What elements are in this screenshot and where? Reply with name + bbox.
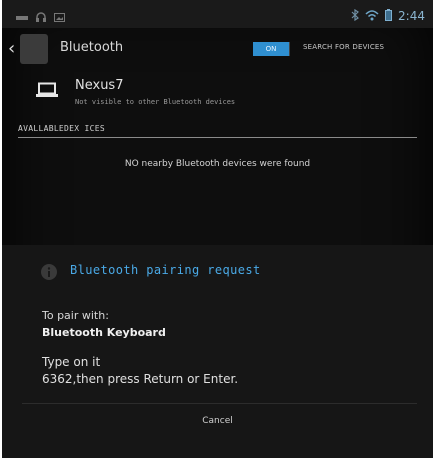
pairing-dialog: Bluetooth pairing request To pair with: … [2,245,433,458]
pair-with-label: To pair with: [42,309,109,322]
info-icon [40,263,58,285]
instruction-line-2: 6362,then press Return or Enter. [42,372,239,386]
image-icon [54,7,65,26]
device-visibility-status: Not visible to other Bluetooth devices [75,98,236,106]
bluetooth-icon [351,6,359,25]
laptop-icon [36,82,58,102]
action-bar: ‹ Bluetooth ON SEARCH FOR DEVICES [2,30,433,70]
status-right-icons: 2:44 [351,6,425,25]
status-bar: 2:44 [2,0,433,28]
wifi-icon [365,6,379,25]
dialog-title: Bluetooth pairing request [70,263,261,277]
no-devices-message: NO nearby Bluetooth devices were found [124,159,311,169]
pair-device-name: Bluetooth Keyboard [42,326,166,339]
page-title: Bluetooth [60,40,124,55]
toggle-track [289,42,290,56]
screen: 2:44 ‹ Bluetooth ON SEARCH FOR DEVICES N… [2,0,433,458]
device-name: Nexus7 [75,78,124,93]
settings-app-icon[interactable] [20,34,48,64]
headset-icon [36,7,46,26]
available-devices-header: AVALLABLEDEX ICES [18,124,105,133]
usb-icon [16,7,28,26]
status-left-icons [16,7,65,26]
dialog-button-divider [22,403,417,404]
battery-icon [385,6,393,25]
own-device-row[interactable]: Nexus7 Not visible to other Bluetooth de… [2,74,433,124]
search-for-devices-button[interactable]: SEARCH FOR DEVICES [303,43,384,51]
back-chevron-icon[interactable]: ‹ [8,38,15,59]
status-clock: 2:44 [398,8,425,23]
bluetooth-toggle[interactable]: ON [253,42,289,56]
dialog-header: Bluetooth pairing request [2,245,433,297]
section-divider [18,137,417,138]
cancel-button[interactable]: Cancel [2,405,433,445]
instruction-line-1: Type on it [42,355,101,369]
